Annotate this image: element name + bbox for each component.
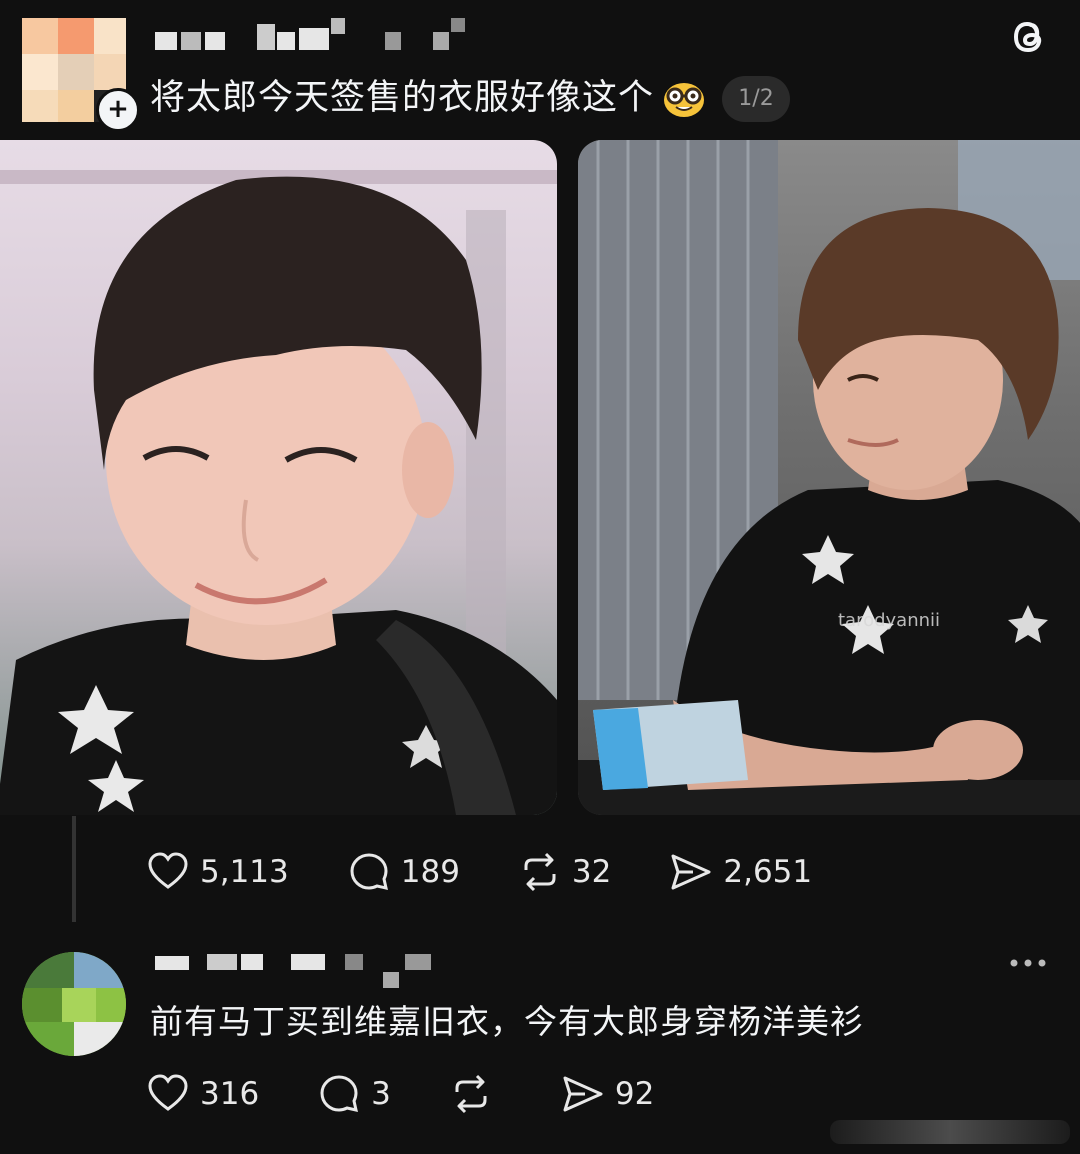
- share-icon: [563, 1076, 603, 1112]
- comment-button[interactable]: 189: [347, 850, 460, 894]
- nerd-face-emoji-icon: [664, 83, 704, 117]
- reply-action-bar: 316 3 92: [146, 1072, 712, 1116]
- reply-share-button[interactable]: 92: [561, 1072, 654, 1116]
- reply-author-name-redacted[interactable]: [155, 950, 455, 990]
- comment-icon: [320, 1075, 359, 1112]
- reply-repost-button[interactable]: [449, 1072, 503, 1116]
- photo-left[interactable]: [0, 140, 557, 815]
- photo-right-figure: [578, 140, 1080, 815]
- more-options-icon[interactable]: [1006, 948, 1050, 978]
- repost-button[interactable]: 32: [518, 850, 611, 894]
- comment-count: 189: [400, 854, 460, 890]
- like-count: 5,113: [200, 854, 289, 890]
- like-button[interactable]: 5,113: [146, 850, 289, 894]
- media-page-indicator: 1/2: [722, 76, 790, 122]
- repost-icon: [524, 852, 556, 892]
- share-button[interactable]: 2,651: [669, 850, 812, 894]
- heart-icon: [148, 1074, 188, 1111]
- post-action-bar: 5,113 189 32 2,651: [146, 850, 870, 894]
- photo-watermark: tarodyannii: [838, 610, 941, 631]
- photo-left-figure: [0, 170, 557, 815]
- follow-plus-icon[interactable]: +: [96, 88, 140, 132]
- share-count: 2,651: [723, 854, 813, 890]
- comment-icon: [350, 853, 388, 890]
- photo-right[interactable]: tarodyannii: [578, 140, 1080, 815]
- reply-comment-count: 3: [371, 1076, 391, 1112]
- share-icon: [671, 854, 711, 890]
- threads-logo-icon[interactable]: [1004, 12, 1054, 62]
- heart-icon: [148, 852, 188, 889]
- post-author-name-redacted[interactable]: [155, 14, 475, 54]
- repost-icon: [455, 1074, 487, 1114]
- reply-text: 前有马丁买到维嘉旧衣，今有大郎身穿杨洋美衫: [150, 1002, 864, 1041]
- reply-author-avatar[interactable]: [22, 952, 126, 1056]
- thread-connector-line: [72, 816, 76, 922]
- reply-share-count: 92: [614, 1076, 655, 1112]
- repost-count: 32: [571, 854, 612, 890]
- post-text: 将太郎今天签售的衣服好像这个: [150, 78, 655, 118]
- reply-like-count: 316: [200, 1076, 260, 1112]
- reply-like-button[interactable]: 316: [146, 1072, 259, 1116]
- reply-comment-button[interactable]: 3: [317, 1072, 391, 1116]
- blurred-watermark: [830, 1120, 1070, 1144]
